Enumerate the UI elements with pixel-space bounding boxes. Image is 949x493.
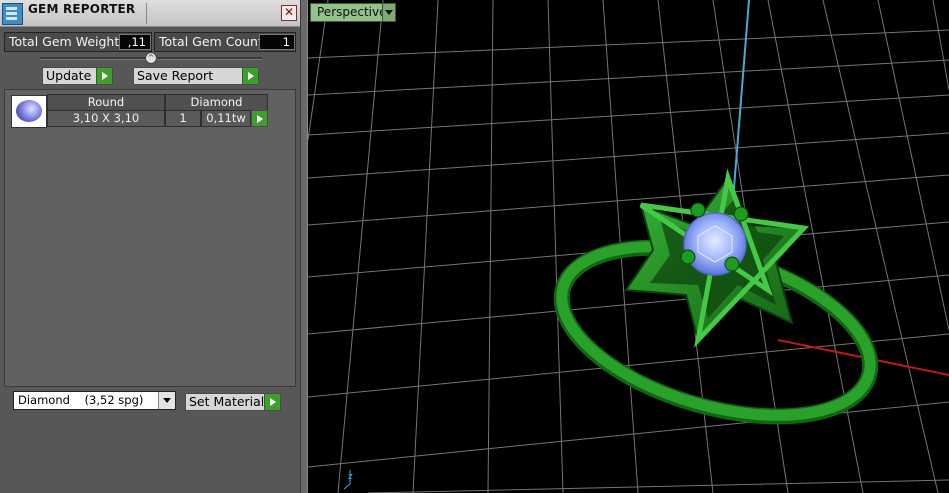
- play-icon: [264, 394, 280, 410]
- set-material-button-label: Set Material: [189, 394, 265, 409]
- gem-reporter-icon: [2, 3, 23, 25]
- total-gem-weight-label: Total Gem Weight: [9, 34, 120, 49]
- total-gem-count-value: 1: [259, 34, 295, 50]
- slider-knob[interactable]: ^: [145, 52, 157, 64]
- total-gem-count-label: Total Gem Count: [159, 34, 263, 49]
- gem-row-expand-button[interactable]: [251, 110, 268, 127]
- update-button[interactable]: Update: [42, 67, 113, 85]
- titlebar-divider: [146, 3, 147, 24]
- total-gem-weight-value: ,11: [119, 34, 151, 50]
- axis-gizmo-y: [343, 483, 351, 490]
- total-gem-weight: Total Gem Weight ,11: [4, 32, 152, 52]
- play-icon: [252, 111, 267, 126]
- set-material-button[interactable]: Set Material: [185, 393, 281, 411]
- gem-count-cell: 1: [165, 110, 201, 127]
- total-gem-count: Total Gem Count 1: [154, 32, 296, 52]
- save-report-button[interactable]: Save Report: [133, 67, 259, 85]
- round-gem-icon: [16, 100, 42, 122]
- material-select-value: Diamond (3,52 spg): [18, 393, 144, 407]
- panel-title: GEM REPORTER: [28, 2, 136, 16]
- material-header: Diamond: [165, 94, 268, 111]
- panel-splitter[interactable]: [300, 0, 308, 493]
- close-icon[interactable]: ✕: [281, 5, 297, 21]
- gem-reporter-panel: GEM REPORTER ✕ Total Gem Weight ,11 Tota…: [0, 0, 300, 493]
- material-select[interactable]: Diamond (3,52 spg): [13, 391, 176, 410]
- shape-header: Round: [47, 94, 165, 111]
- update-button-label: Update: [46, 68, 92, 83]
- gem-weight-cell: 0,11tw: [201, 110, 251, 127]
- view-selector[interactable]: Perspective: [310, 3, 396, 22]
- perspective-viewport[interactable]: z Perspective: [308, 0, 949, 493]
- view-selector-label: Perspective: [317, 5, 387, 19]
- gem-size-cell: 3,10 X 3,10: [47, 110, 165, 127]
- gem-list: Round Diamond 3,10 X 3,10 1 0,11tw: [4, 89, 296, 387]
- chevron-down-icon[interactable]: [382, 3, 396, 22]
- viewport-canvas[interactable]: [308, 0, 949, 493]
- save-report-button-label: Save Report: [137, 68, 214, 83]
- play-icon: [96, 68, 112, 84]
- play-icon: [242, 68, 258, 84]
- chevron-down-icon[interactable]: [158, 392, 175, 409]
- gem-thumbnail[interactable]: [11, 95, 47, 128]
- panel-titlebar: GEM REPORTER ✕: [0, 0, 300, 27]
- axis-gizmo-label: z: [348, 472, 353, 482]
